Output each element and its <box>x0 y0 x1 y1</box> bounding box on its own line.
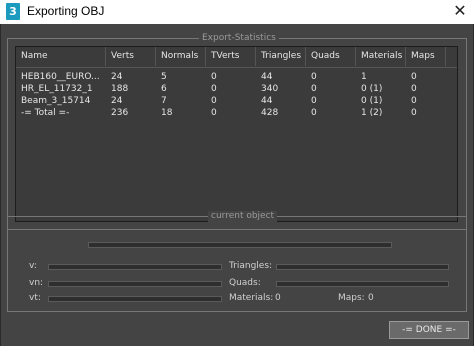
cell-normals: 18 <box>161 108 173 118</box>
cell-quads: 0 <box>311 96 317 106</box>
cell-materials: 0 (1) <box>361 96 383 106</box>
cell-verts: 188 <box>111 84 129 94</box>
cell-verts: 236 <box>111 108 129 118</box>
table-row[interactable]: HR_EL_11732_1 188 6 0 340 0 0 (1) 0 <box>16 83 457 95</box>
window-title: Exporting OBJ <box>27 4 105 18</box>
cell-triangles: 340 <box>261 84 279 94</box>
materials-label: Materials: <box>229 293 274 303</box>
quads-label: Quads: <box>229 278 261 288</box>
current-object-progress-bar <box>88 242 392 248</box>
cell-maps: 0 <box>411 72 417 82</box>
cell-name: HR_EL_11732_1 <box>21 84 93 94</box>
table-row-total[interactable]: -= Total =- 236 18 0 428 0 1 (2) 0 <box>16 107 457 119</box>
vt-progress-bar <box>48 296 222 302</box>
cell-normals: 5 <box>161 72 167 82</box>
column-header-triangles[interactable]: Triangles <box>256 47 306 66</box>
cell-materials: 1 <box>361 72 367 82</box>
cell-tverts: 0 <box>211 108 217 118</box>
maps-value: 0 <box>368 293 374 303</box>
table-row[interactable]: Beam_3_15714 24 7 0 44 0 0 (1) 0 <box>16 95 457 107</box>
column-header-name[interactable]: Name <box>16 47 106 66</box>
cell-triangles: 44 <box>261 96 273 106</box>
cell-normals: 7 <box>161 96 167 106</box>
done-button[interactable]: -= DONE =- <box>389 321 469 339</box>
cell-name: -= Total =- <box>21 108 70 118</box>
current-object-group: current object v: Triangles: vn: Quads: … <box>7 211 467 312</box>
materials-value: 0 <box>275 293 281 303</box>
current-object-legend: current object <box>208 211 278 222</box>
column-header-tverts[interactable]: TVerts <box>206 47 256 66</box>
maps-label: Maps: <box>338 293 365 303</box>
triangles-label: Triangles: <box>229 261 273 271</box>
triangles-progress-bar <box>276 264 449 270</box>
vn-label: vn: <box>29 278 44 288</box>
cell-materials: 0 (1) <box>361 84 383 94</box>
v-progress-bar <box>48 264 222 270</box>
quads-progress-bar <box>276 281 449 287</box>
cell-tverts: 0 <box>211 96 217 106</box>
column-header-quads[interactable]: Quads <box>306 47 356 66</box>
cell-materials: 1 (2) <box>361 108 383 118</box>
export-statistics-legend: Export-Statistics <box>199 33 279 44</box>
cell-quads: 0 <box>311 108 317 118</box>
cell-tverts: 0 <box>211 72 217 82</box>
column-header-verts[interactable]: Verts <box>106 47 156 66</box>
cell-triangles: 44 <box>261 72 273 82</box>
cell-quads: 0 <box>311 72 317 82</box>
list-header: Name Verts Normals TVerts Triangles Quad… <box>16 47 457 68</box>
cell-name: HEB160__EURO... <box>21 72 100 82</box>
app-icon: 3 <box>6 3 20 20</box>
cell-tverts: 0 <box>211 84 217 94</box>
vn-progress-bar <box>48 281 222 287</box>
column-header-maps[interactable]: Maps <box>406 47 446 66</box>
column-header-normals[interactable]: Normals <box>156 47 206 66</box>
cell-quads: 0 <box>311 84 317 94</box>
table-row[interactable]: HEB160__EURO... 24 5 0 44 0 1 0 <box>16 71 457 83</box>
cell-name: Beam_3_15714 <box>21 96 91 106</box>
cell-verts: 24 <box>111 96 123 106</box>
cell-triangles: 428 <box>261 108 279 118</box>
cell-maps: 0 <box>411 96 417 106</box>
column-header-materials[interactable]: Materials <box>356 47 406 66</box>
statistics-list[interactable]: Name Verts Normals TVerts Triangles Quad… <box>15 46 458 222</box>
export-statistics-group: Export-Statistics Name Verts Normals TVe… <box>7 33 467 230</box>
dialog-body: Export-Statistics Name Verts Normals TVe… <box>0 24 474 346</box>
title-bar: 3 Exporting OBJ ✕ <box>0 0 474 24</box>
v-label: v: <box>29 261 37 271</box>
cell-maps: 0 <box>411 108 417 118</box>
vt-label: vt: <box>29 293 41 303</box>
cell-maps: 0 <box>411 84 417 94</box>
cell-verts: 24 <box>111 72 123 82</box>
close-icon[interactable]: ✕ <box>452 2 468 20</box>
cell-normals: 6 <box>161 84 167 94</box>
